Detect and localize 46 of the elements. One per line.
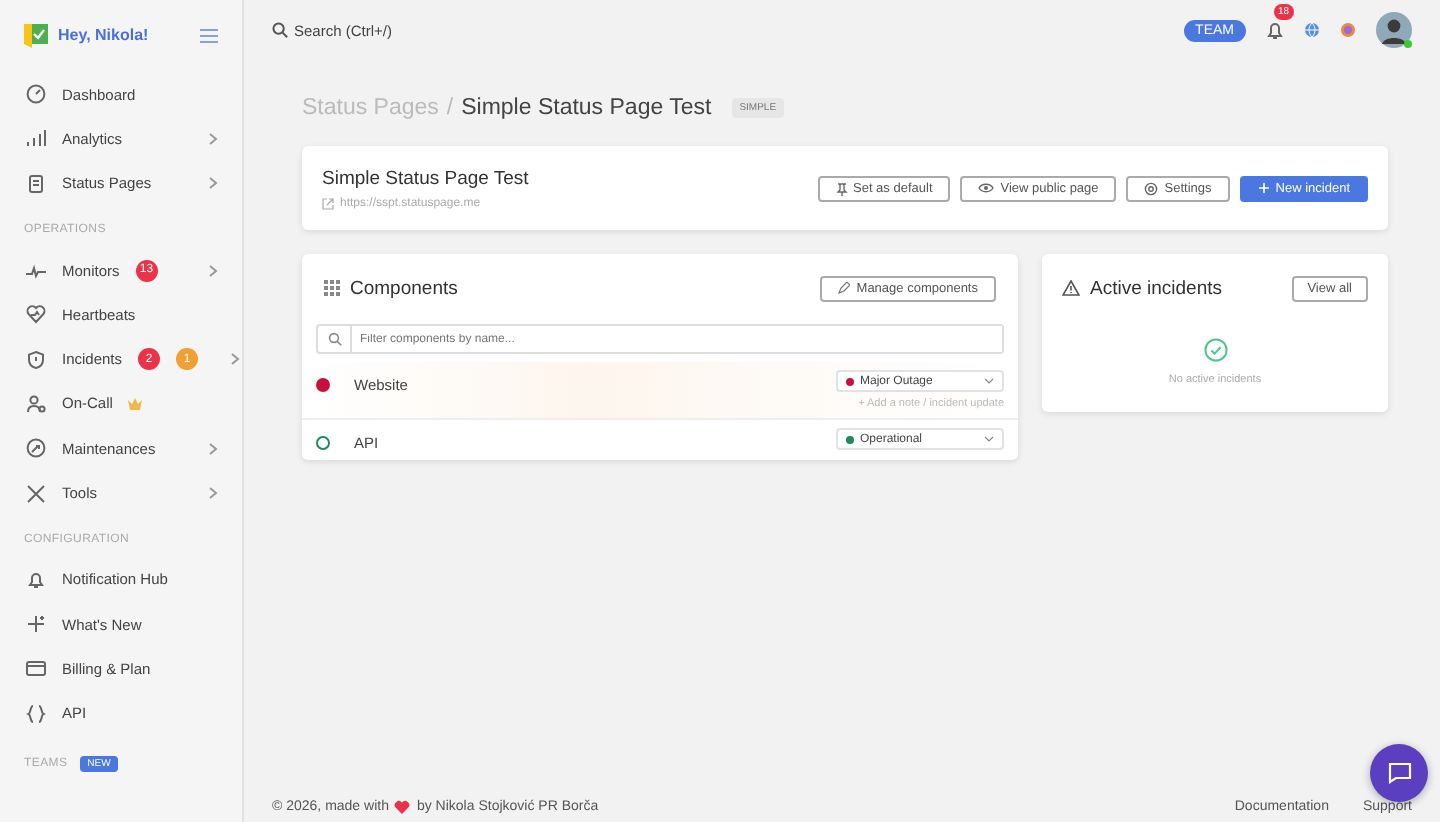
chevron-right-icon — [230, 352, 241, 367]
avatar-icon — [1376, 12, 1412, 48]
heart-pulse-icon — [26, 304, 46, 325]
external-link-icon — [322, 197, 334, 209]
shield-icon — [26, 349, 46, 370]
logo-icon — [24, 23, 48, 47]
bell-icon — [1266, 20, 1284, 40]
pulse-icon — [26, 260, 46, 281]
card-title: Simple Status Page Test — [322, 167, 529, 189]
bar-chart-icon — [26, 128, 46, 149]
plus-icon — [1257, 182, 1270, 194]
greeting: Hey, Nikola! — [58, 26, 151, 44]
credit-card-icon — [26, 658, 46, 679]
card-title: Active incidents — [1090, 277, 1223, 299]
chevron-right-icon — [208, 131, 218, 146]
pin-icon — [835, 181, 847, 195]
card-title: Components — [350, 277, 458, 299]
users-icon — [26, 393, 46, 414]
globe-icon — [1304, 22, 1320, 38]
chevron-right-icon — [208, 486, 218, 501]
document-icon — [26, 173, 46, 194]
check-circle-icon — [1203, 338, 1227, 362]
chevron-right-icon — [208, 176, 218, 191]
eye-icon — [978, 182, 995, 194]
braces-icon — [26, 703, 46, 724]
breadcrumb-separator: / — [446, 96, 454, 120]
gear-icon — [1144, 181, 1159, 195]
chevron-down-icon — [984, 378, 994, 384]
search-icon — [272, 22, 288, 38]
dashboard-icon — [26, 84, 46, 105]
theme-icon — [1340, 22, 1356, 38]
bell-icon — [26, 569, 46, 590]
crown-icon — [128, 397, 143, 410]
chat-icon — [1387, 762, 1411, 784]
pencil-icon — [838, 282, 851, 294]
warning-icon — [1062, 280, 1080, 296]
online-dot — [1404, 40, 1412, 48]
search-icon — [327, 332, 341, 346]
page-title: Simple Status Page Test — [461, 96, 712, 120]
menu-icon — [200, 27, 218, 43]
chat-button[interactable] — [1370, 744, 1428, 802]
chevron-down-icon — [984, 436, 994, 442]
chevron-right-icon — [208, 263, 218, 278]
chevron-right-icon — [208, 441, 218, 456]
heart-icon — [394, 799, 411, 813]
grid-icon — [324, 280, 340, 296]
